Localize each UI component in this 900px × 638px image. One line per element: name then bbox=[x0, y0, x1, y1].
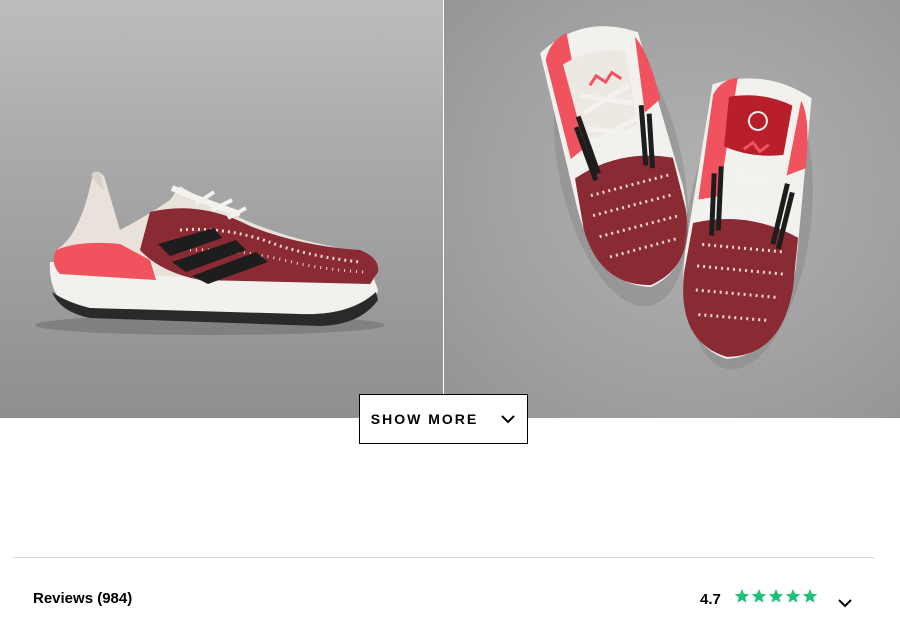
star-icon bbox=[734, 589, 750, 603]
top-view-pair-illustration bbox=[540, 26, 813, 370]
rating-value: 4.7 bbox=[700, 591, 721, 608]
star-rating bbox=[734, 588, 818, 604]
product-image-top-view[interactable] bbox=[444, 0, 900, 418]
product-image-side-view[interactable] bbox=[0, 0, 443, 418]
side-view-shoe-illustration bbox=[35, 171, 385, 335]
reviews-accordion[interactable]: Reviews (984) 4.7 bbox=[0, 558, 900, 638]
show-more-button[interactable]: SHOW MORE bbox=[359, 394, 528, 444]
product-gallery bbox=[0, 0, 900, 418]
show-more-label: SHOW MORE bbox=[370, 411, 479, 427]
reviews-label: Reviews (984) bbox=[33, 590, 133, 607]
star-icon bbox=[785, 589, 801, 603]
chevron-down-icon bbox=[501, 415, 515, 424]
star-icon bbox=[768, 589, 784, 603]
star-icon bbox=[802, 589, 818, 603]
star-icon bbox=[751, 589, 767, 603]
chevron-down-icon[interactable] bbox=[837, 595, 853, 611]
